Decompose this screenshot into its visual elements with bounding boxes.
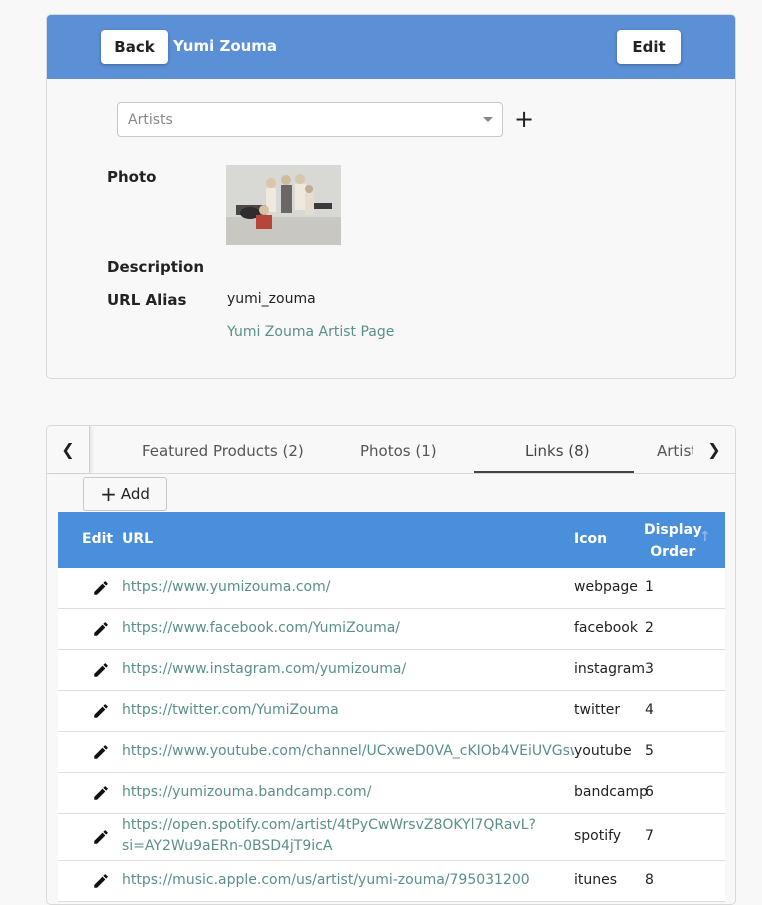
column-header-icon[interactable]: Icon bbox=[574, 531, 607, 547]
link-display-order: 4 bbox=[645, 702, 654, 718]
artists-select[interactable]: Artists bbox=[117, 102, 503, 137]
links-table: Edit URL Icon Display Order ↑ https://www… bbox=[58, 512, 725, 902]
pencil-icon[interactable] bbox=[92, 661, 110, 679]
artist-page-link[interactable]: Yumi Zouma Artist Page bbox=[227, 324, 394, 340]
pencil-icon[interactable] bbox=[92, 872, 110, 890]
plus-icon: + bbox=[100, 482, 117, 506]
add-artist-icon[interactable]: + bbox=[514, 107, 534, 131]
artists-select-placeholder: Artists bbox=[128, 112, 173, 128]
link-url[interactable]: https://music.apple.com/us/artist/yumi-z… bbox=[122, 872, 574, 888]
url-alias-value: yumi_zouma bbox=[227, 291, 316, 307]
table-row: https://music.apple.com/us/artist/yumi-z… bbox=[58, 861, 725, 902]
back-button[interactable]: Back bbox=[101, 30, 168, 64]
table-row: https://yumizouma.bandcamp.com/ bandcamp… bbox=[58, 773, 725, 814]
tab-bar: Featured Products (2) Photos (1) Links (… bbox=[47, 426, 735, 474]
table-row: https://twitter.com/YumiZouma twitter 4 bbox=[58, 691, 725, 732]
chevron-left-icon[interactable]: ❮ bbox=[47, 426, 90, 473]
related-content-card: Featured Products (2) Photos (1) Links (… bbox=[46, 425, 736, 905]
chevron-down-icon[interactable] bbox=[483, 117, 493, 122]
link-display-order: 2 bbox=[645, 620, 654, 636]
link-display-order: 5 bbox=[645, 743, 654, 759]
link-url[interactable]: https://www.youtube.com/channel/UCxweD0V… bbox=[122, 743, 574, 759]
link-icon-name: bandcamp bbox=[574, 784, 649, 800]
table-row: https://www.yumizouma.com/ webpage 1 bbox=[58, 568, 725, 609]
table-row: https://www.facebook.com/YumiZouma/ face… bbox=[58, 609, 725, 650]
tab-featured-products[interactable]: Featured Products (2) bbox=[142, 442, 304, 460]
link-url[interactable]: https://open.spotify.com/artist/4tPyCwWr… bbox=[122, 815, 542, 857]
pencil-icon[interactable] bbox=[92, 620, 110, 638]
table-header: Edit URL Icon Display Order ↑ bbox=[58, 512, 725, 568]
link-url[interactable]: https://yumizouma.bandcamp.com/ bbox=[122, 784, 574, 800]
display-order-line2: Order bbox=[650, 544, 696, 560]
link-url[interactable]: https://www.yumizouma.com/ bbox=[122, 579, 574, 595]
link-url[interactable]: https://www.facebook.com/YumiZouma/ bbox=[122, 620, 574, 636]
pencil-icon[interactable] bbox=[92, 743, 110, 761]
link-icon-name: webpage bbox=[574, 579, 638, 595]
pencil-icon[interactable] bbox=[92, 702, 110, 720]
pencil-icon[interactable] bbox=[92, 579, 110, 597]
pencil-icon[interactable] bbox=[92, 784, 110, 802]
link-url[interactable]: https://twitter.com/YumiZouma bbox=[122, 702, 574, 718]
link-icon-name: facebook bbox=[574, 620, 638, 636]
artist-photo[interactable] bbox=[226, 165, 341, 245]
pencil-icon[interactable] bbox=[92, 828, 110, 846]
edit-button[interactable]: Edit bbox=[617, 30, 681, 64]
table-row: https://open.spotify.com/artist/4tPyCwWr… bbox=[58, 814, 725, 861]
link-icon-name: twitter bbox=[574, 702, 621, 718]
url-alias-label: URL Alias bbox=[107, 291, 187, 309]
display-order-line1: Display bbox=[644, 522, 702, 538]
artist-detail-card: Back Yumi Zouma Edit Artists + Photo Des… bbox=[46, 14, 736, 379]
link-display-order: 6 bbox=[645, 784, 654, 800]
link-icon-name: itunes bbox=[574, 872, 618, 888]
detail-header: Back Yumi Zouma Edit bbox=[47, 15, 735, 79]
description-label: Description bbox=[107, 258, 205, 276]
add-link-label: Add bbox=[120, 485, 150, 503]
tab-photos[interactable]: Photos (1) bbox=[360, 442, 437, 460]
sort-ascending-icon[interactable]: ↑ bbox=[699, 529, 711, 545]
table-row: https://www.instagram.com/yumizouma/ ins… bbox=[58, 650, 725, 691]
link-icon-name: spotify bbox=[574, 828, 622, 844]
artist-photo-image bbox=[226, 165, 341, 245]
table-row: https://www.youtube.com/channel/UCxweD0V… bbox=[58, 732, 725, 773]
column-header-url[interactable]: URL bbox=[122, 531, 153, 547]
link-icon-name: instagram bbox=[574, 661, 645, 677]
link-display-order: 1 bbox=[645, 579, 654, 595]
link-display-order: 8 bbox=[645, 872, 654, 888]
add-link-button[interactable]: + Add bbox=[83, 477, 167, 511]
page-title: Yumi Zouma bbox=[173, 37, 278, 55]
tab-artists[interactable]: Artists bbox=[657, 442, 695, 460]
tab-links[interactable]: Links (8) bbox=[525, 442, 590, 460]
link-icon-name: youtube bbox=[574, 743, 632, 759]
link-display-order: 3 bbox=[645, 661, 654, 677]
active-tab-indicator bbox=[474, 471, 634, 473]
column-header-display-order[interactable]: Display Order bbox=[644, 519, 702, 563]
column-header-edit: Edit bbox=[82, 531, 114, 547]
link-url[interactable]: https://www.instagram.com/yumizouma/ bbox=[122, 661, 574, 677]
chevron-right-icon[interactable]: ❯ bbox=[693, 426, 735, 473]
photo-label: Photo bbox=[107, 168, 157, 186]
link-display-order: 7 bbox=[645, 828, 654, 844]
